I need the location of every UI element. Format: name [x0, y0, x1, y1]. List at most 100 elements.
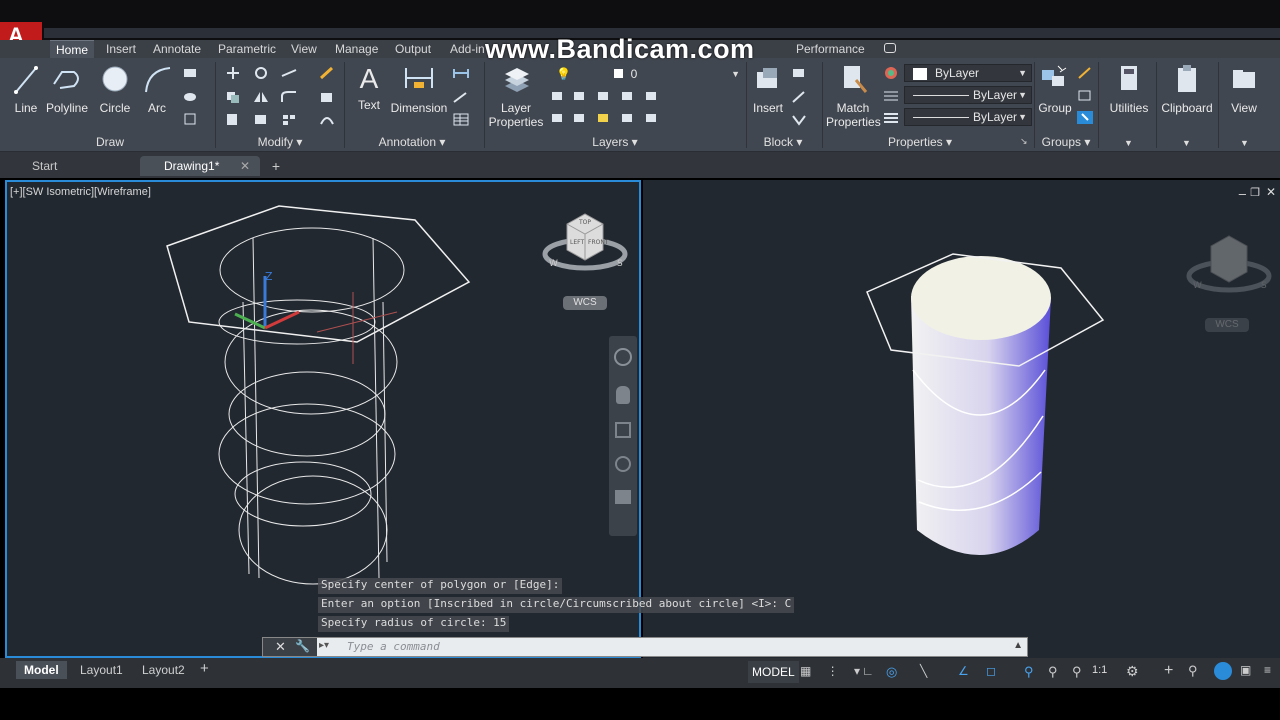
clean-screen-icon[interactable]: ▣ — [1240, 663, 1251, 677]
layers-panel-title[interactable]: Layers ▾ — [585, 134, 645, 150]
chevron-up-icon[interactable]: ▲ — [1013, 640, 1023, 651]
modify-panel-title[interactable]: Modify ▾ — [250, 134, 310, 150]
erase-icon[interactable] — [318, 66, 336, 80]
viewport-shaded[interactable]: – ❐ ✕ W S WCS — [643, 180, 1280, 658]
block-attributes-icon[interactable] — [790, 112, 808, 126]
quick-properties-icon[interactable]: ⚲ — [1188, 663, 1198, 679]
annotation-visibility-icon[interactable]: ⚲ — [1024, 664, 1034, 680]
draw-panel-title[interactable]: Draw — [80, 134, 140, 150]
create-block-icon[interactable] — [790, 66, 808, 80]
doc-tab-start[interactable]: Start — [8, 156, 138, 176]
object-snap-icon[interactable]: ◻ — [986, 664, 996, 678]
dimension-button[interactable]: Dimension — [390, 64, 448, 115]
linetype-dropdown[interactable]: ByLayer ▼ — [904, 86, 1032, 104]
close-icon[interactable]: ✕ — [275, 639, 286, 655]
groups-panel-title[interactable]: Groups ▾ — [1036, 134, 1096, 150]
panel-launcher-icon[interactable]: ↘ — [1020, 136, 1028, 147]
command-input-placeholder[interactable]: Type a command — [347, 640, 440, 653]
minimize-ribbon-icon[interactable] — [884, 43, 896, 53]
ortho-icon[interactable]: ∟ — [862, 664, 874, 678]
chevron-down-icon[interactable]: ▼ — [1240, 138, 1249, 148]
clipboard-button[interactable]: Clipboard — [1158, 64, 1216, 115]
customization-menu-icon[interactable]: ≡ — [1264, 663, 1271, 677]
hatch-icon[interactable] — [182, 90, 200, 104]
annotation-scale-icon[interactable]: ⚲ — [1072, 664, 1082, 680]
rectangle-icon[interactable] — [182, 66, 200, 80]
new-tab-plus-icon[interactable]: + — [266, 158, 286, 176]
tab-insert[interactable]: Insert — [100, 40, 142, 58]
group-button[interactable]: Group — [1036, 64, 1074, 115]
boundary-icon[interactable] — [182, 112, 200, 126]
annotation-panel-title[interactable]: Annotation ▾ — [372, 134, 452, 150]
linear-dim-icon[interactable] — [452, 66, 470, 80]
gear-icon[interactable]: ⚙ — [1126, 663, 1139, 680]
group-selection-icon[interactable] — [1076, 110, 1094, 124]
edit-block-icon[interactable] — [790, 90, 808, 104]
tab-view[interactable]: View — [285, 40, 323, 58]
object-snap-tracking-icon[interactable]: ∠ — [958, 664, 969, 678]
pan-hand-icon[interactable] — [616, 386, 630, 404]
tab-parametric[interactable]: Parametric — [212, 40, 282, 58]
leader-icon[interactable] — [452, 90, 470, 104]
utilities-button[interactable]: Utilities — [1104, 64, 1154, 115]
close-icon[interactable]: ✕ — [240, 156, 250, 176]
trim-icon[interactable] — [280, 66, 298, 80]
tab-manage[interactable]: Manage — [329, 40, 384, 58]
circle-button[interactable]: Circle — [98, 64, 132, 115]
arc-button[interactable]: Arc — [142, 64, 172, 115]
copy-icon[interactable] — [224, 90, 242, 104]
rotate-icon[interactable] — [252, 66, 270, 80]
scale-icon[interactable] — [252, 112, 270, 126]
grid-snap-icons[interactable]: ▦ ⋮ ▾ — [800, 664, 866, 678]
wcs-menu-button-faded[interactable]: WCS — [1205, 318, 1249, 332]
isodraft-icon[interactable]: ╲ — [920, 664, 927, 678]
tab-output[interactable]: Output — [389, 40, 437, 58]
command-line[interactable]: ✕ 🔧 ▸▾ Type a command ▲ — [262, 637, 1028, 657]
zoom-extents-icon[interactable] — [615, 422, 631, 438]
array-icon[interactable] — [280, 112, 298, 126]
match-properties-button[interactable]: Match Properties — [826, 64, 881, 129]
layout-tab-model[interactable]: Model — [16, 661, 67, 679]
line-button[interactable]: Line — [12, 64, 40, 115]
chevron-down-icon[interactable]: ▼ — [1124, 138, 1133, 148]
tab-addin[interactable]: Add-in — [444, 40, 491, 58]
tab-annotate[interactable]: Annotate — [147, 40, 207, 58]
chevron-down-icon[interactable]: ▼ — [1182, 138, 1191, 148]
color-dropdown[interactable]: ByLayer ▼ — [904, 64, 1032, 82]
view-button[interactable]: View — [1224, 64, 1264, 115]
lineweight-dropdown[interactable]: ByLayer ▼ — [904, 108, 1032, 126]
showmotion-icon[interactable] — [615, 490, 631, 504]
layer-tools-row1-icon[interactable] — [548, 88, 658, 104]
move-icon[interactable] — [224, 66, 242, 80]
layer-dropdown[interactable]: 💡 0 ▼ — [548, 66, 744, 84]
orbit-icon[interactable] — [615, 456, 631, 472]
plus-icon[interactable]: + — [1164, 662, 1173, 680]
polyline-button[interactable]: Polyline — [46, 64, 88, 115]
layout-tab-layout2[interactable]: Layout2 — [134, 661, 193, 679]
isolate-objects-icon[interactable] — [1214, 662, 1232, 680]
properties-panel-title[interactable]: Properties ▾ — [880, 134, 960, 150]
polar-tracking-icon[interactable]: ◎ — [886, 664, 897, 680]
wrench-icon[interactable]: 🔧 — [295, 639, 310, 653]
annotation-scale-value[interactable]: 1:1 — [1092, 664, 1107, 676]
mirror-icon[interactable] — [252, 90, 270, 104]
offset-icon[interactable] — [318, 112, 336, 126]
insert-button[interactable]: Insert — [750, 64, 786, 115]
tab-home[interactable]: Home — [50, 40, 95, 58]
command-line-handle[interactable]: ✕ 🔧 — [263, 638, 317, 656]
ungroup-icon[interactable] — [1076, 66, 1094, 80]
doc-tab-drawing1[interactable]: Drawing1* ✕ — [140, 156, 260, 176]
stretch-icon[interactable] — [224, 112, 242, 126]
tab-performance[interactable]: Performance — [790, 40, 871, 58]
command-prompt-icon[interactable]: ▸▾ — [319, 640, 339, 654]
layer-tools-row2-icon[interactable] — [548, 110, 658, 126]
steering-wheel-icon[interactable] — [614, 348, 632, 366]
group-edit-icon[interactable] — [1076, 88, 1094, 102]
text-button[interactable]: A Text — [352, 64, 386, 113]
viewcube-icon[interactable]: TOP LEFT FRONT W S — [537, 206, 633, 282]
explode-icon[interactable] — [318, 90, 336, 104]
block-panel-title[interactable]: Block ▾ — [758, 134, 808, 150]
layout-tab-layout1[interactable]: Layout1 — [72, 661, 131, 679]
viewcube-faded-icon[interactable]: W S — [1181, 228, 1277, 304]
add-layout-plus-icon[interactable]: + — [200, 660, 209, 677]
